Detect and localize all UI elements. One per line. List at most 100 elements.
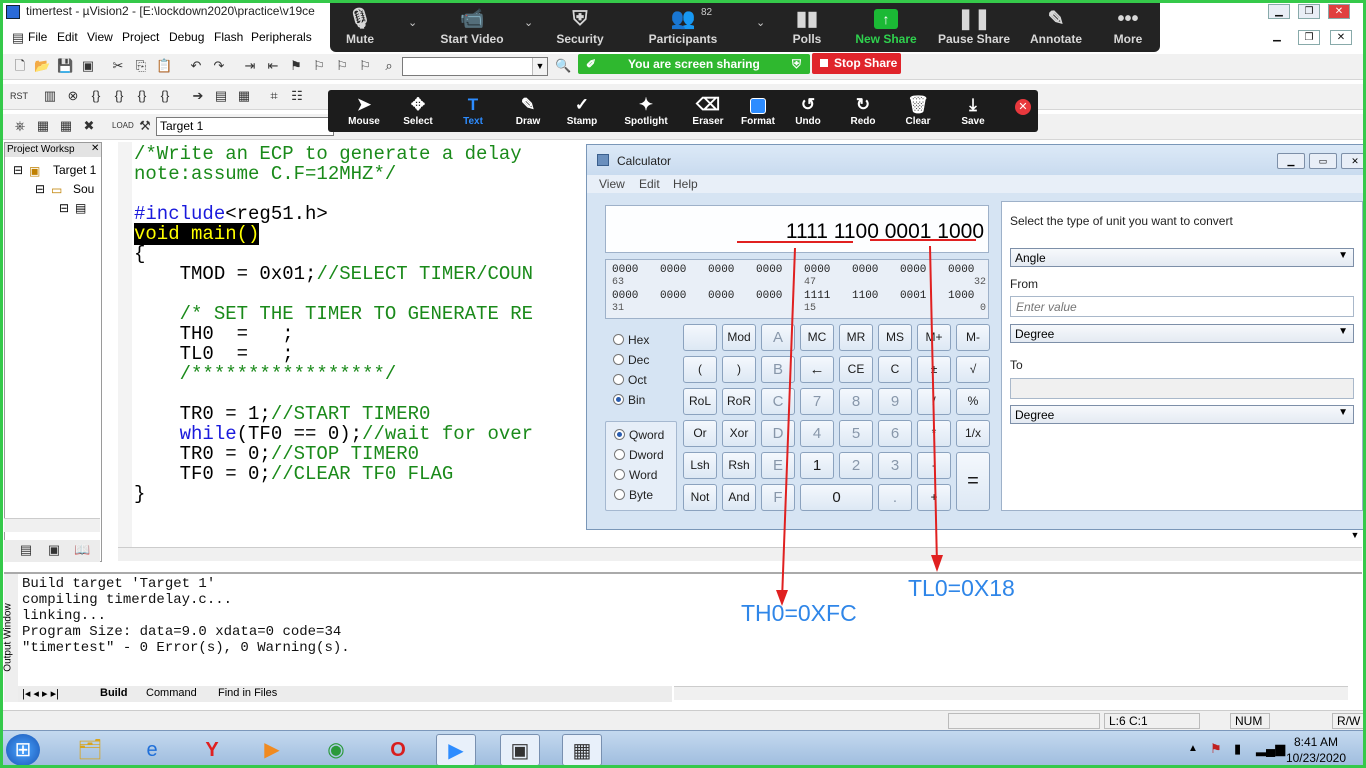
- calculator-maximize-button[interactable]: ▭: [1309, 153, 1337, 169]
- opera-icon[interactable]: O: [378, 734, 418, 766]
- radio-oct[interactable]: Oct: [613, 373, 647, 387]
- bit-group[interactable]: 1000: [948, 290, 974, 302]
- key-6[interactable]: 6: [878, 420, 912, 447]
- key-ms[interactable]: MS: [878, 324, 912, 351]
- load-icon[interactable]: LOAD: [112, 118, 134, 134]
- stop-build-icon[interactable]: ✖: [81, 118, 97, 134]
- key-c[interactable]: C: [878, 356, 912, 383]
- outdent-icon[interactable]: ⇤: [265, 58, 281, 74]
- key-sqrt[interactable]: √: [956, 356, 990, 383]
- key-blank[interactable]: [683, 324, 717, 351]
- minimize-button[interactable]: ▁: [1268, 4, 1290, 19]
- anno-spotlight-tool[interactable]: ✦ Spotlight: [618, 94, 674, 127]
- tree-expand-icon[interactable]: ⊟: [13, 163, 23, 177]
- key-3[interactable]: 3: [878, 452, 912, 479]
- bit-group[interactable]: 0000: [660, 290, 686, 302]
- zoom-security-button[interactable]: ⛨ Security: [535, 6, 625, 46]
- bit-group[interactable]: 0000: [756, 290, 782, 302]
- key-plus-minus[interactable]: ±: [917, 356, 951, 383]
- tab-command[interactable]: Command: [146, 687, 197, 699]
- menu-edit[interactable]: Edit: [57, 30, 78, 44]
- bit-group[interactable]: 1111: [804, 290, 830, 302]
- key-or[interactable]: Or: [683, 420, 717, 447]
- chrome-icon[interactable]: ◉: [316, 734, 356, 766]
- to-unit-select[interactable]: Degree ▼: [1010, 405, 1354, 424]
- bit-group[interactable]: 0000: [612, 290, 638, 302]
- key-f[interactable]: F: [761, 484, 795, 511]
- anno-select-tool[interactable]: ✥ Select: [390, 94, 446, 127]
- copy-icon[interactable]: ⎘: [133, 58, 149, 74]
- key-divide[interactable]: /: [917, 388, 951, 415]
- key-1[interactable]: 1: [800, 452, 834, 479]
- anno-undo-tool[interactable]: ↺ Undo: [780, 94, 836, 127]
- uvision-taskbar-icon[interactable]: ▣: [500, 734, 540, 766]
- binoculars-icon[interactable]: 🔍: [555, 58, 571, 74]
- calc-menu-edit[interactable]: Edit: [639, 177, 660, 191]
- radio-bin[interactable]: Bin: [613, 393, 645, 407]
- key-2[interactable]: 2: [839, 452, 873, 479]
- key-close-paren[interactable]: ): [722, 356, 756, 383]
- breakpoint-icon[interactable]: ▤: [213, 88, 229, 104]
- save-icon[interactable]: 💾: [57, 58, 73, 74]
- translate-icon[interactable]: ⎈: [12, 118, 28, 134]
- books-tab-icon[interactable]: 📖: [74, 542, 90, 558]
- save-all-icon[interactable]: ▣: [80, 58, 96, 74]
- key-a[interactable]: A: [761, 324, 795, 351]
- reset-icon[interactable]: RST: [10, 88, 28, 104]
- network-icon[interactable]: ▂▄▆: [1256, 741, 1285, 757]
- bit-group[interactable]: 0000: [660, 264, 686, 276]
- key-5[interactable]: 5: [839, 420, 873, 447]
- tab-nav-arrows[interactable]: |◂ ◂ ▸ ▸|: [22, 687, 59, 700]
- restore-button[interactable]: ❐: [1298, 4, 1320, 19]
- key-ror[interactable]: RoR: [722, 388, 756, 415]
- bit-group[interactable]: 0000: [852, 264, 878, 276]
- from-value-input[interactable]: [1010, 296, 1354, 317]
- key-8[interactable]: 8: [839, 388, 873, 415]
- project-hscroll[interactable]: [4, 518, 100, 532]
- step-out-icon[interactable]: {}: [134, 88, 150, 104]
- find-icon[interactable]: ⌕: [381, 58, 397, 74]
- indent-icon[interactable]: ⇥: [242, 58, 258, 74]
- radio-dword[interactable]: Dword: [614, 448, 664, 462]
- bit-group[interactable]: 0000: [900, 264, 926, 276]
- flag-icon[interactable]: ⚑: [1210, 741, 1222, 757]
- unit-type-select[interactable]: Angle ▼: [1010, 248, 1354, 267]
- window-icon[interactable]: ▦: [236, 88, 252, 104]
- anno-eraser-tool[interactable]: ⌫ Eraser: [680, 94, 736, 127]
- run-to-cursor-icon[interactable]: {}: [157, 88, 173, 104]
- chevron-down-icon[interactable]: ⌄: [408, 16, 417, 29]
- disassembly-icon[interactable]: ⌗: [266, 88, 282, 104]
- power-icon[interactable]: ▮: [1234, 741, 1241, 757]
- build-target-icon[interactable]: ▦: [35, 118, 51, 134]
- start-button[interactable]: ⊞: [6, 734, 40, 766]
- tray-expand-icon[interactable]: ▲: [1188, 743, 1198, 754]
- close-icon[interactable]: ✕: [91, 143, 99, 154]
- undo-icon[interactable]: ↶: [188, 58, 204, 74]
- stop-share-button[interactable]: Stop Share: [812, 53, 901, 74]
- bookmark-clear-icon[interactable]: ⚐: [357, 58, 373, 74]
- bookmark-icon[interactable]: ⚑: [288, 58, 304, 74]
- key-m-minus[interactable]: M-: [956, 324, 990, 351]
- key-4[interactable]: 4: [800, 420, 834, 447]
- anno-stamp-tool[interactable]: ✓ Stamp: [554, 94, 610, 127]
- calc-menu-view[interactable]: View: [599, 177, 625, 191]
- bit-group[interactable]: 0000: [612, 264, 638, 276]
- key-multiply[interactable]: *: [917, 420, 951, 447]
- calculator-close-button[interactable]: ✕: [1341, 153, 1366, 169]
- bookmark-prev-icon[interactable]: ⚐: [334, 58, 350, 74]
- key-mc[interactable]: MC: [800, 324, 834, 351]
- close-button[interactable]: ✕: [1328, 4, 1350, 19]
- radio-qword[interactable]: Qword: [614, 428, 664, 442]
- key-mod[interactable]: Mod: [722, 324, 756, 351]
- menu-view[interactable]: View: [87, 30, 113, 44]
- bit-group[interactable]: 0000: [708, 264, 734, 276]
- key-7[interactable]: 7: [800, 388, 834, 415]
- key-rsh[interactable]: Rsh: [722, 452, 756, 479]
- zoom-mute-button[interactable]: 🎙 Mute: [315, 6, 405, 46]
- watch-icon[interactable]: ☷: [289, 88, 305, 104]
- zoom-polls-button[interactable]: ▮▮ Polls: [762, 6, 852, 46]
- calculator-taskbar-icon[interactable]: ▦: [562, 734, 602, 766]
- zoom-more-button[interactable]: ••• More: [1083, 6, 1173, 46]
- show-next-icon[interactable]: ➔: [190, 88, 206, 104]
- menu-peripherals[interactable]: Peripherals: [251, 30, 312, 44]
